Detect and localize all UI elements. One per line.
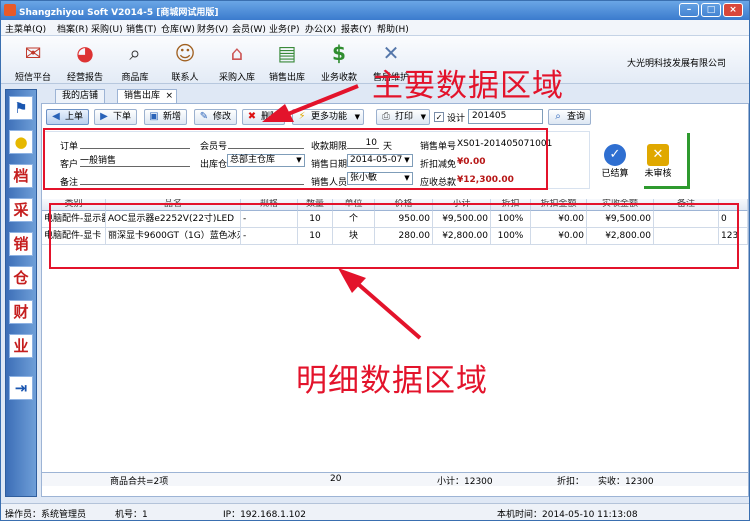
- header-arrow-head: [262, 104, 294, 122]
- detail-arrow-line: [356, 282, 422, 340]
- header-area-annotation: 主要数据区域: [372, 68, 564, 104]
- detail-area-annotation: 明细数据区域: [296, 363, 488, 399]
- header-arrow-line: [287, 84, 359, 116]
